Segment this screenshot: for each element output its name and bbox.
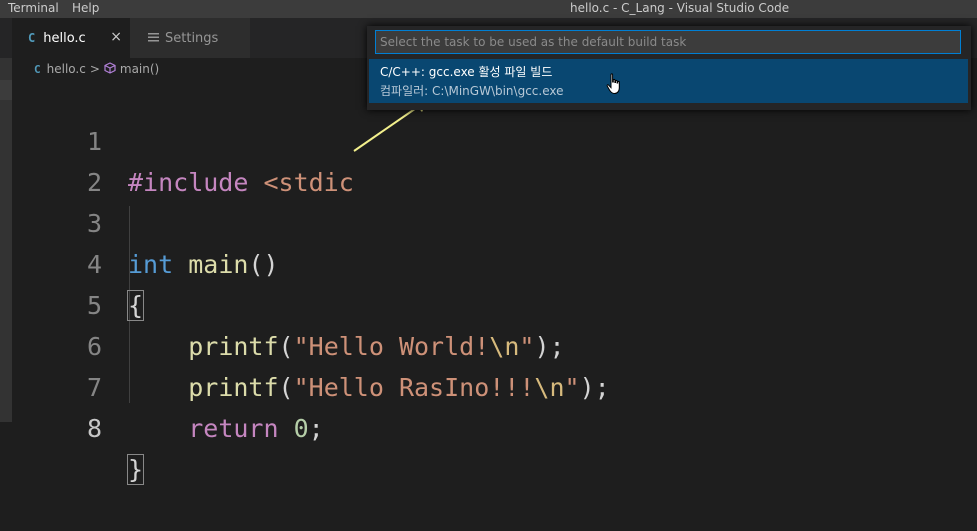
token-brace-close: } xyxy=(126,454,145,485)
quick-pick-item[interactable]: C/C++: gcc.exe 활성 파일 빌드 컴파일러: C:\MinGW\b… xyxy=(369,59,968,103)
breadcrumb-file[interactable]: hello.c xyxy=(47,62,86,76)
code-line: 8 } xyxy=(12,367,977,485)
code-line: 7 return 0; xyxy=(12,326,977,443)
close-icon[interactable]: × xyxy=(110,29,122,45)
token-keyword: return xyxy=(188,414,279,443)
c-file-icon: C xyxy=(34,62,41,76)
token-punctuation: ; xyxy=(308,414,324,443)
line-number: 8 xyxy=(86,414,102,443)
tab-label: hello.c xyxy=(43,30,86,46)
hand-pointer-icon xyxy=(606,73,620,95)
code-line: 5 printf("Hello World!\n"); xyxy=(12,244,977,361)
settings-list-icon xyxy=(148,31,159,45)
code-text: return 0; xyxy=(128,408,324,449)
tab-settings[interactable]: Settings xyxy=(130,18,250,58)
quick-pick-item-detail: 컴파일러: C:\MinGW\bin\gcc.exe xyxy=(380,84,564,98)
activity-bar-edge xyxy=(0,18,12,422)
quick-pick-item-label: C/C++: gcc.exe 활성 파일 빌드 xyxy=(380,65,553,79)
menu-terminal[interactable]: Terminal xyxy=(8,1,59,15)
tab-label: Settings xyxy=(165,30,219,46)
code-text: } xyxy=(126,449,145,490)
window-title: hello.c - C_Lang - Visual Studio Code xyxy=(570,1,790,15)
code-editor[interactable]: 1 #include <stdic 2 3 int main() 4 { 5 p… xyxy=(12,80,977,485)
token-number: 0 xyxy=(293,414,309,443)
c-file-icon: C xyxy=(28,31,36,45)
scroll-indicator xyxy=(0,80,12,100)
breadcrumb-separator-icon: > xyxy=(89,62,100,76)
menu-bar: Terminal Help hello.c - C_Lang - Visual … xyxy=(0,0,977,18)
code-line: 6 printf("Hello RasIno!!!\n"); xyxy=(12,285,977,402)
code-line: 3 int main() xyxy=(12,162,977,279)
menu-help[interactable]: Help xyxy=(72,1,99,15)
breadcrumb-symbol[interactable]: main() xyxy=(120,62,159,76)
task-search-input[interactable]: Select the task to be used as the defaul… xyxy=(375,30,961,54)
code-line: 4 { xyxy=(12,203,977,321)
code-line: 2 xyxy=(12,121,977,197)
quick-pick: Select the task to be used as the defaul… xyxy=(367,26,971,110)
tab-hello-c[interactable]: C hello.c × xyxy=(12,18,130,58)
cube-icon xyxy=(104,61,116,77)
